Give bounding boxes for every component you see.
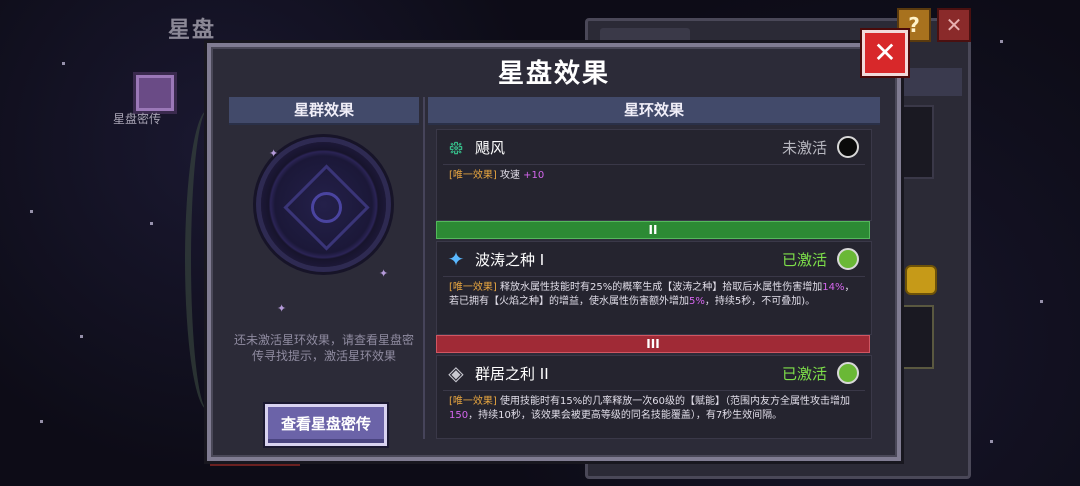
star-chart-secret-label: 星盘密传 xyxy=(113,112,162,126)
unique-effect-tag: [唯一效果] xyxy=(449,396,497,407)
effect-status: 已激活 xyxy=(781,365,827,383)
status-dot-icon xyxy=(837,362,859,384)
effect-card-wave-seed: ✦ 波涛之种 I 已激活 [唯一效果] 释放水属性技能时有25%的概率生成【波涛… xyxy=(436,241,872,335)
background-close-button[interactable]: ✕ xyxy=(937,8,971,42)
star-dot xyxy=(1040,300,1043,303)
effect-text: 使用技能时有15%的几率释放一次60级的【赋能】（范围内友方全属性攻击增加 xyxy=(496,396,850,407)
status-dot-icon xyxy=(837,136,859,158)
effect-text: 攻速 xyxy=(496,170,524,181)
star-dot xyxy=(40,420,43,423)
tier-3-bar: III xyxy=(436,335,870,353)
effect-card-whirlwind: ᪥ 飓风 未激活 [唯一效果] 攻速 +10 xyxy=(436,129,872,221)
star-dot xyxy=(990,440,993,443)
effect-name: 群居之利 II xyxy=(475,365,549,383)
star-dot xyxy=(1000,40,1003,43)
star-dot xyxy=(80,335,83,338)
effect-description: [唯一效果] 攻速 +10 xyxy=(443,164,865,189)
unique-effect-tag: [唯一效果] xyxy=(449,282,497,293)
effect-value: 5% xyxy=(689,296,705,307)
constellation-effect-header: 星群效果 xyxy=(229,97,419,125)
column-divider xyxy=(423,97,425,439)
effect-text: 释放水属性技能时有25%的概率生成【波涛之种】拾取后水属性伤害增加 xyxy=(496,282,823,293)
effect-text: ，持续5秒，不可叠加)。 xyxy=(704,296,816,307)
effect-status: 已激活 xyxy=(781,251,827,269)
star-disc-core xyxy=(311,192,342,223)
effect-name: 飓风 xyxy=(475,139,506,157)
status-dot-icon xyxy=(837,248,859,270)
tier-2-bar: II xyxy=(436,221,870,239)
modal-title: 星盘效果 xyxy=(497,59,610,89)
wave-crystal-icon: ✦ xyxy=(447,247,465,271)
coin-icon xyxy=(905,265,937,295)
star-disc-image xyxy=(261,142,386,267)
wolf-icon: ◈ xyxy=(448,361,464,385)
sparkle-icon: ✦ xyxy=(379,267,389,280)
effect-value: 150 xyxy=(449,410,469,421)
unique-effect-tag: [唯一效果] xyxy=(449,170,497,181)
star-chart-secret-icon[interactable] xyxy=(133,72,177,114)
effect-name: 波涛之种 I xyxy=(475,251,545,269)
effect-value: +10 xyxy=(523,170,545,181)
inactive-hint-text: 还未激活星环效果，请查看星盘密传寻找提示，激活星环效果 xyxy=(233,333,414,363)
view-star-chart-secret-button[interactable]: 查看星盘密传 xyxy=(265,404,387,446)
star-dot xyxy=(62,62,65,65)
effect-description: [唯一效果] 释放水属性技能时有25%的概率生成【波涛之种】拾取后水属性伤害增加… xyxy=(443,276,865,315)
background-page-title: 星盘 xyxy=(168,18,217,43)
effect-text: ，持续10秒，该效果会被更高等级的同名技能覆盖），有7秒生效间隔。 xyxy=(468,410,783,421)
star-ring-effect-header: 星环效果 xyxy=(428,97,880,125)
close-icon[interactable]: ✕ xyxy=(862,30,908,76)
whirlwind-icon: ᪥ xyxy=(448,135,464,159)
effect-description: [唯一效果] 使用技能时有15%的几率释放一次60级的【赋能】（范围内友方全属性… xyxy=(443,390,865,429)
effect-status: 未激活 xyxy=(781,139,827,157)
constellation-effect-panel: 星群效果 ✦ ✦ ✦ 还未激活星环效果，请查看星盘密传寻找提示，激活星环效果 查… xyxy=(229,97,419,446)
sparkle-icon: ✦ xyxy=(269,147,279,160)
star-dot xyxy=(30,210,33,213)
sparkle-icon: ✦ xyxy=(277,302,287,315)
star-ring-effect-panel: 星环效果 ᪥ 飓风 未激活 [唯一效果] 攻速 +10 II ✦ 波涛之种 I xyxy=(428,97,880,439)
effect-value: 14% xyxy=(822,282,845,293)
effect-card-pack-advantage: ◈ 群居之利 II 已激活 [唯一效果] 使用技能时有15%的几率释放一次60级… xyxy=(436,355,872,439)
ring-effect-list[interactable]: ᪥ 飓风 未激活 [唯一效果] 攻速 +10 II ✦ 波涛之种 I 已激活 [… xyxy=(436,129,872,441)
star-chart-effect-modal: 星盘效果 星群效果 ✦ ✦ ✦ 还未激活星环效果，请查看星盘密传寻找提示，激活星… xyxy=(207,43,901,461)
star-dot xyxy=(150,222,153,225)
